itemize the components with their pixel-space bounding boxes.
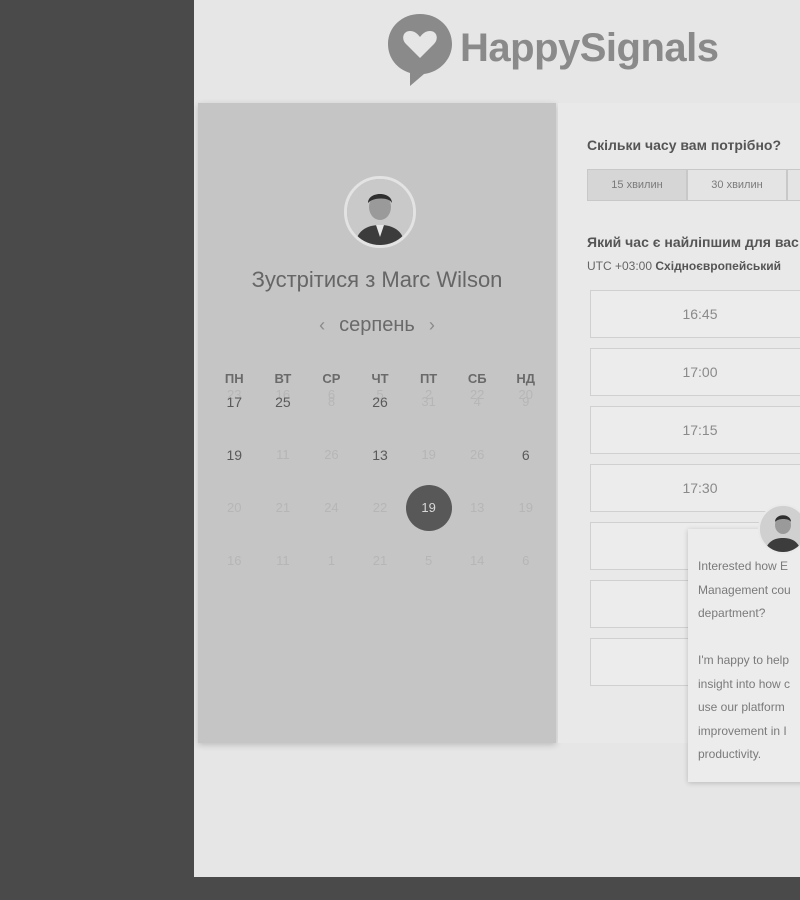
header: HappySignals [194,0,800,103]
calendar-week: 16 11 1 21 5 14 6 [210,554,550,614]
calendar-day[interactable]: 1 [307,554,356,614]
brand-name: HappySignals [460,26,719,70]
calendar-day[interactable]: 16 [210,554,259,614]
timezone-offset: UTC +03:00 [587,259,653,273]
chat-avatar[interactable] [758,504,800,554]
month-label: серпень [339,314,415,336]
calendar-day[interactable]: 14 [453,554,502,614]
weekday-label: НД [516,371,536,386]
month-navigation: ‹ серпень › [198,314,556,337]
time-question: Який час є найліпшим для вас [587,234,799,250]
time-slot[interactable]: 17:00 [590,348,800,396]
calendar-day[interactable]: 11 [259,554,308,614]
person-icon [760,506,800,552]
weekday-label: ПТ [419,371,438,386]
page-frame: HappySignals Зустрітися з Marc Wilson ‹ с… [194,0,800,877]
time-slot[interactable]: 16:45 [590,290,800,338]
weekday-label: ВТ [274,371,292,386]
duration-question: Скільки часу вам потрібно? [587,137,782,153]
chevron-left-icon[interactable]: ‹ [305,315,339,335]
host-name: Marc Wilson [381,267,503,292]
time-slot[interactable]: 17:15 [590,406,800,454]
weekday-label: ПН [224,371,244,386]
timezone-label[interactable]: UTC +03:00 Східноєвропейський [587,259,781,273]
calendar-panel: Зустрітися з Marc Wilson ‹ серпень › ПН ВТ… [198,103,556,743]
chevron-right-icon[interactable]: › [415,315,449,335]
timezone-name: Східноєвропейський [655,259,782,273]
weekday-header: ПН ВТ СР ЧТ ПТ СБ НД [210,371,550,386]
chat-popup[interactable]: Interested how E Management cou departme… [688,529,800,782]
duration-option-more[interactable] [787,169,800,201]
calendar-day[interactable]: 21 [356,554,405,614]
happysignals-logo-icon [388,14,452,86]
host-avatar [344,176,416,248]
calendar-day[interactable]: 6 [501,554,550,614]
chat-message: Interested how E Management cou departme… [698,559,791,761]
duration-options: 15 хвилин 30 хвилин [587,169,800,201]
calendar-days-grid: 23 16 6 5 2 22 20 17 25 8 26 31 4 9 19 11 26 13 19 26 6 20 21 2… [210,388,550,614]
weekday-label: СР [322,371,341,386]
meeting-title: Зустрітися з Marc Wilson [198,267,556,293]
meeting-title-prefix: Зустрітися з [251,267,382,292]
weekday-label: СБ [467,371,487,386]
calendar-day[interactable]: 5 [404,554,453,614]
time-slot[interactable]: 17:30 [590,464,800,512]
person-icon [347,179,413,245]
weekday-label: ЧТ [371,371,389,386]
duration-option-15[interactable]: 15 хвилин [587,169,687,201]
selected-day-bubble[interactable]: 19 [405,485,452,531]
duration-option-30[interactable]: 30 хвилин [687,169,787,201]
